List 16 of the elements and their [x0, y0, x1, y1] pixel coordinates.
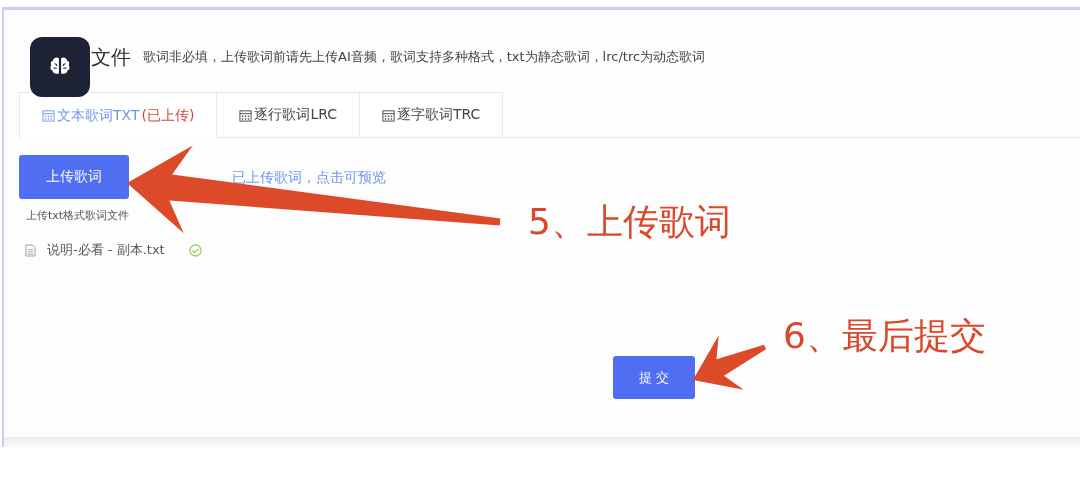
tab[interactable]: 逐字歌词TRC	[359, 92, 504, 137]
section-description: 歌词非必填，上传歌词前请先上传AI音频，歌词支持多种格式，txt为静态歌词，lrc/trc为动态歌词	[143, 48, 706, 66]
annotation-text: 6、最后提交	[783, 314, 986, 358]
file-name[interactable]: 说明-必看 - 副本.txt	[47, 241, 165, 259]
brain-icon[interactable]	[30, 37, 90, 97]
document-icon	[25, 243, 36, 257]
submit-button[interactable]: 提 交	[613, 356, 695, 399]
preview-link[interactable]: 已上传歌词，点击可预览	[232, 168, 386, 187]
calendar-icon	[42, 109, 55, 122]
tab[interactable]: 文本歌词TXT(已上传)	[19, 92, 218, 138]
calendar-icon	[382, 108, 395, 122]
annotation-text: 5、上传歌词	[528, 200, 731, 244]
calendar-icon	[239, 108, 253, 122]
upload-button[interactable]: 上传歌词	[19, 155, 129, 199]
section-title: 文件	[91, 43, 131, 71]
upload-hint: 上传txt格式歌词文件	[26, 208, 130, 223]
